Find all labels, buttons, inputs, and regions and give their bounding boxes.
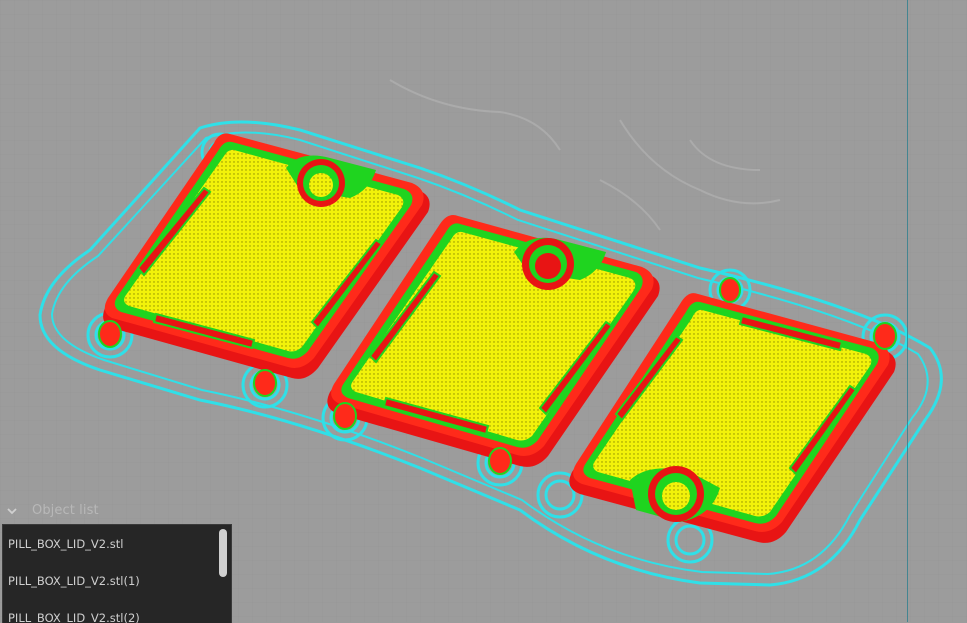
bed-boundary-line [907,0,908,622]
chevron-down-icon[interactable] [5,503,19,517]
list-item-object-0[interactable]: PILL_BOX_LID_V2.stl [8,537,123,551]
object-list-title: Object list [32,503,99,518]
list-item-object-1[interactable]: PILL_BOX_LID_V2.stl(1) [8,574,140,588]
object-list-header[interactable]: Object list [0,500,232,524]
object-list-panel: Object list PILL_BOX_LID_V2.stl PILL_BOX… [0,500,232,623]
object-list-scrollbar[interactable] [219,529,227,577]
object-list[interactable]: PILL_BOX_LID_V2.stl PILL_BOX_LID_V2.stl(… [2,524,232,623]
list-item-object-2[interactable]: PILL_BOX_LID_V2.stl(2) [8,611,140,623]
